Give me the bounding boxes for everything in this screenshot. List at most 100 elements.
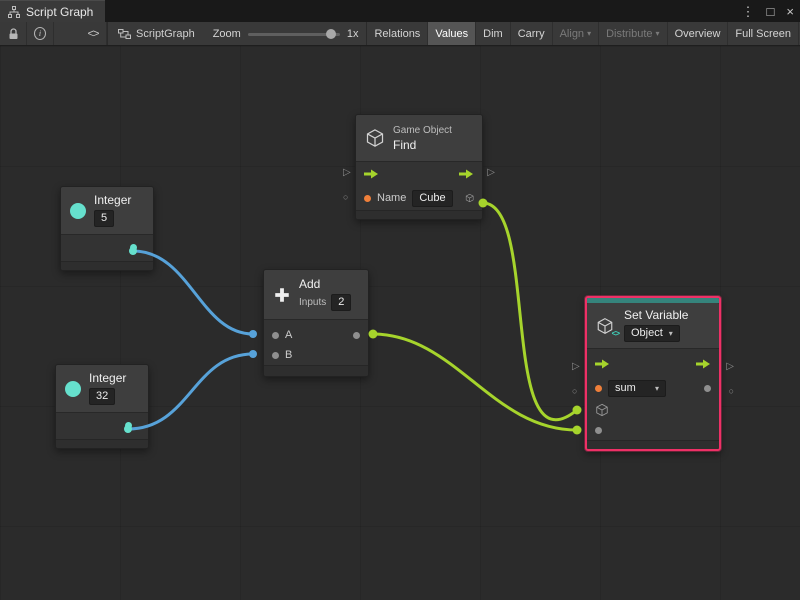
wire-endpoint xyxy=(369,330,378,339)
input-a-label: A xyxy=(285,329,292,341)
lock-button[interactable] xyxy=(0,22,27,45)
node-title: Find xyxy=(393,139,452,152)
object-target-port-icon[interactable] xyxy=(595,403,609,417)
add-node-body: A B xyxy=(264,320,368,365)
add-icon xyxy=(273,286,291,304)
graph-toolbar: i <> ScriptGraph Zoom 1x xyxy=(0,22,800,46)
graph-tab-icon xyxy=(8,6,20,18)
integer-icon xyxy=(70,203,86,219)
unity-script-graph-window: Script Graph ⋮ □ × i <> xyxy=(0,0,800,600)
node-title: Integer xyxy=(94,194,131,207)
node-category: Game Object xyxy=(393,125,452,136)
overview-button[interactable]: Overview xyxy=(668,22,729,45)
close-icon[interactable]: × xyxy=(786,5,794,18)
wire-endpoint xyxy=(249,330,257,338)
integer-icon xyxy=(65,381,81,397)
node-title: Add xyxy=(299,278,351,291)
add-node-header: Add Inputs 2 xyxy=(264,270,368,320)
distribute-button[interactable]: Distribute ▾ xyxy=(599,22,667,45)
inputs-count-field[interactable]: 2 xyxy=(331,294,351,311)
flow-input-port-triangle[interactable]: ▷ xyxy=(572,362,580,372)
game-object-find-node[interactable]: Game Object Find Name Cube xyxy=(355,114,483,220)
align-button[interactable]: Align ▾ xyxy=(553,22,599,45)
node-title: Set Variable xyxy=(624,309,688,322)
integer-output-port[interactable] xyxy=(130,244,137,251)
tab-label: Script Graph xyxy=(26,5,93,19)
zoom-slider[interactable] xyxy=(248,29,340,39)
carry-button[interactable]: Carry xyxy=(511,22,553,45)
variable-name-port[interactable] xyxy=(595,385,602,392)
integer-value-field[interactable]: 32 xyxy=(89,388,115,405)
value-output-port[interactable] xyxy=(704,385,711,392)
flow-output-port-triangle[interactable]: ▷ xyxy=(726,362,734,372)
setvar-object-row xyxy=(587,400,719,420)
integer-output-port[interactable] xyxy=(125,422,132,429)
input-b-port[interactable] xyxy=(272,352,279,359)
integer-node-5[interactable]: Integer 5 xyxy=(60,186,154,271)
relations-button[interactable]: Relations xyxy=(367,22,428,45)
set-variable-icon: <> xyxy=(596,317,616,335)
chevron-down-icon: ▾ xyxy=(587,29,591,38)
wire-add-to-setvar-value xyxy=(373,334,577,430)
name-label: Name xyxy=(377,192,406,204)
values-button[interactable]: Values xyxy=(428,22,476,45)
graph-canvas[interactable]: Integer 5 Integer 32 xyxy=(0,46,800,600)
graph-name-label: ScriptGraph xyxy=(136,28,195,40)
kebab-menu-icon[interactable]: ⋮ xyxy=(742,5,755,18)
inspect-button[interactable]: i xyxy=(27,22,54,45)
input-a-port[interactable] xyxy=(272,332,279,339)
value-input-port-circle[interactable]: ○ xyxy=(572,386,577,396)
variable-name-dropdown[interactable]: sum ▾ xyxy=(608,380,666,397)
find-name-row: Name Cube xyxy=(356,186,482,210)
zoom-slider-handle[interactable] xyxy=(326,29,336,39)
value-input-port-circle[interactable]: ○ xyxy=(343,192,348,202)
full-screen-button[interactable]: Full Screen xyxy=(728,22,799,45)
name-value-field[interactable]: Cube xyxy=(412,190,452,207)
add-node[interactable]: Add Inputs 2 A B xyxy=(263,269,369,377)
flow-input-arrow-icon[interactable] xyxy=(595,359,610,369)
name-input-port[interactable] xyxy=(364,195,371,202)
maximize-icon[interactable]: □ xyxy=(767,5,775,18)
add-input-row-b: B xyxy=(264,345,368,365)
code-view-button[interactable]: <> xyxy=(80,22,107,45)
integer-node-32[interactable]: Integer 32 xyxy=(55,364,149,449)
game-object-cube-icon xyxy=(365,128,385,148)
chevron-down-icon: ▾ xyxy=(669,327,673,340)
find-flow-row xyxy=(356,162,482,186)
set-variable-node[interactable]: <> Set Variable Object ▾ xyxy=(585,296,721,451)
integer-node-body xyxy=(61,235,153,261)
flow-output-arrow-icon[interactable] xyxy=(696,359,711,369)
code-badge-icon: <> xyxy=(612,329,619,338)
flow-output-arrow-icon[interactable] xyxy=(459,169,474,179)
wire-endpoint xyxy=(249,350,257,358)
set-variable-body: sum ▾ xyxy=(587,349,719,440)
input-b-label: B xyxy=(285,349,292,361)
flow-input-port-triangle[interactable]: ▷ xyxy=(343,168,351,178)
lock-icon xyxy=(8,28,19,40)
value-output-port-circle[interactable]: ○ xyxy=(729,386,734,396)
flow-input-arrow-icon[interactable] xyxy=(364,169,379,179)
integer-value-field[interactable]: 5 xyxy=(94,210,114,227)
node-footer xyxy=(356,210,482,219)
node-footer xyxy=(587,440,719,449)
window-controls: ⋮ □ × xyxy=(742,0,794,22)
value-input-port[interactable] xyxy=(595,427,602,434)
flow-output-port-triangle[interactable]: ▷ xyxy=(487,168,495,178)
sum-output-port[interactable] xyxy=(353,332,360,339)
zoom-value: 1x xyxy=(347,28,359,40)
set-variable-header: <> Set Variable Object ▾ xyxy=(587,303,719,349)
integer-node-header: Integer 5 xyxy=(61,187,153,235)
zoom-label: Zoom xyxy=(213,28,241,40)
node-footer xyxy=(264,365,368,376)
integer-node-header: Integer 32 xyxy=(56,365,148,413)
script-graph-icon xyxy=(118,28,131,40)
variable-scope-dropdown[interactable]: Object ▾ xyxy=(624,325,680,342)
script-graph-tab[interactable]: Script Graph xyxy=(0,0,105,22)
node-footer xyxy=(56,439,148,448)
game-object-output-port-icon[interactable] xyxy=(465,191,474,205)
zoom-control: Zoom 1x xyxy=(205,22,367,45)
toolbar-spacer xyxy=(54,22,80,45)
dim-button[interactable]: Dim xyxy=(476,22,511,45)
node-title: Integer xyxy=(89,372,126,385)
setvar-value-row xyxy=(587,420,719,440)
